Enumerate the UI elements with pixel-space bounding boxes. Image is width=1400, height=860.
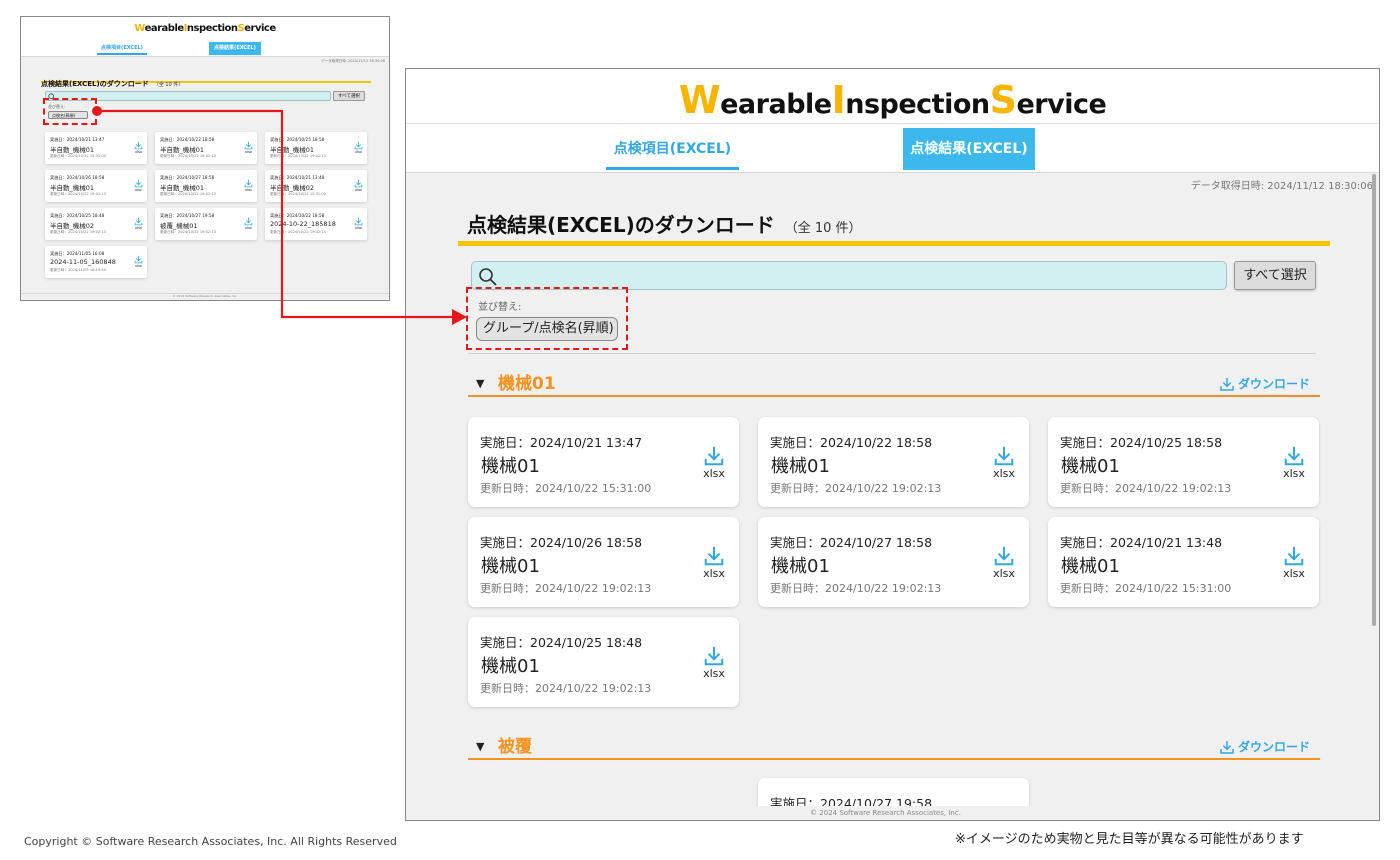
slide: WearableInspectionService 点検項目(EXCEL) 点検… <box>0 0 1400 860</box>
disclaimer: ※イメージのため実物と見た目等が異なる可能性があります <box>955 832 1304 847</box>
copyright: Copyright © Software Research Associates… <box>24 835 397 848</box>
connector-arrow <box>92 106 467 325</box>
